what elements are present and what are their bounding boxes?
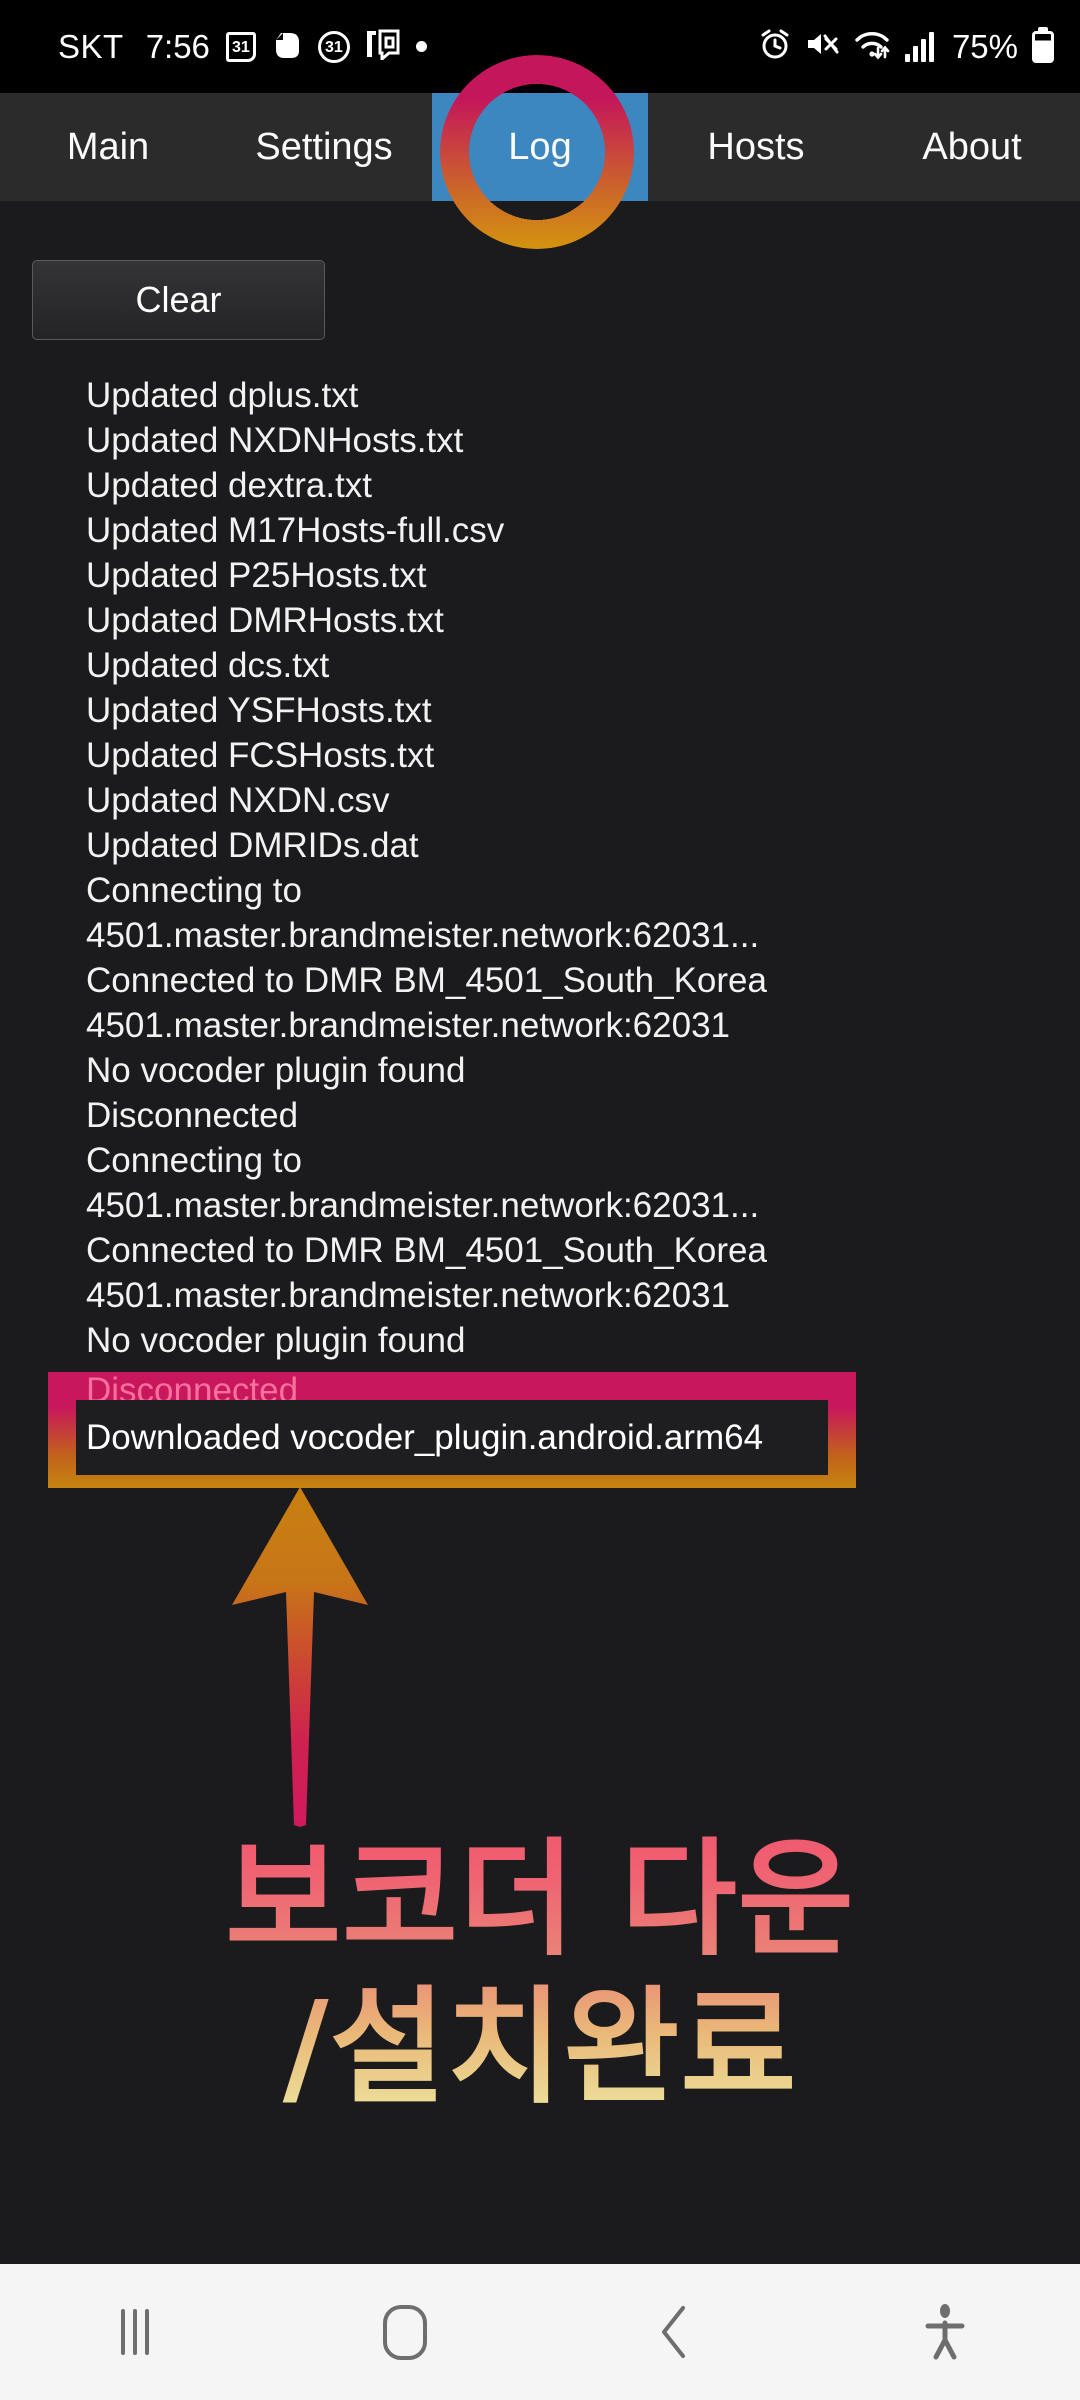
log-output[interactable]: Updated dplus.txt Updated NXDNHosts.txt … bbox=[86, 373, 1006, 1363]
log-line: Updated dcs.txt bbox=[86, 646, 330, 685]
circled-31-icon: 31 bbox=[317, 30, 350, 63]
back-chevron-icon bbox=[662, 2306, 685, 2358]
log-line: Updated M17Hosts-full.csv bbox=[86, 511, 505, 550]
log-line: Updated dextra.txt bbox=[86, 466, 372, 505]
battery-percent-label: 75% bbox=[951, 27, 1018, 65]
log-line: 4501.master.brandmeister.network:62031 bbox=[86, 1006, 730, 1045]
wifi-icon bbox=[853, 28, 891, 66]
calendar-icon: 31 bbox=[225, 31, 256, 62]
log-line: Updated P25Hosts.txt bbox=[86, 556, 427, 595]
tab-about[interactable]: About bbox=[864, 93, 1080, 201]
log-line: Updated FCSHosts.txt bbox=[86, 736, 435, 775]
tab-main[interactable]: Main bbox=[0, 93, 216, 201]
annotation-callout-text: 보코더 다운 /설치완료 bbox=[0, 1826, 1080, 2122]
log-line: No vocoder plugin found bbox=[86, 1051, 466, 1090]
log-line: Updated NXDN.csv bbox=[86, 781, 390, 820]
annotation-circle-highlight bbox=[440, 55, 634, 249]
accessibility-icon bbox=[925, 2304, 965, 2360]
annotation-downloaded-label: Downloaded vocoder_plugin.android.arm64 bbox=[76, 1400, 828, 1475]
annotation-callout-line-2: /설치완료 bbox=[282, 1974, 798, 2121]
battery-icon bbox=[1032, 30, 1054, 63]
clock-label: 7:56 bbox=[145, 27, 210, 65]
log-line: No vocoder plugin found bbox=[86, 1321, 466, 1360]
wifi-glyph bbox=[855, 31, 890, 59]
onem-bank-glyph bbox=[366, 29, 400, 63]
log-line: Connected to DMR BM_4501_South_Korea bbox=[86, 961, 767, 1000]
annotation-arrow bbox=[232, 1487, 368, 1827]
mute-icon bbox=[805, 28, 839, 66]
mute-glyph bbox=[807, 33, 839, 54]
back-button[interactable] bbox=[540, 2302, 810, 2362]
android-navigation-bar[interactable] bbox=[0, 2264, 1080, 2400]
carrier-label: SKT bbox=[58, 27, 124, 65]
log-line: 4501.master.brandmeister.network:62031 bbox=[86, 1276, 730, 1315]
onem-bank-icon bbox=[366, 28, 400, 65]
status-bar-left: SKT 7:56 31 31 bbox=[58, 28, 759, 66]
recents-button[interactable] bbox=[0, 2309, 270, 2355]
phone-screen: SKT 7:56 31 31 75% Main Settings Hosts A… bbox=[0, 0, 1080, 2400]
status-bar-right: 75% bbox=[759, 28, 1054, 66]
recents-icon bbox=[121, 2309, 149, 2355]
tab-hosts[interactable]: Hosts bbox=[648, 93, 864, 201]
dot-indicator-icon bbox=[415, 41, 427, 52]
home-icon bbox=[383, 2304, 427, 2360]
annotation-highlight-box: Disconnected Downloaded vocoder_plugin.a… bbox=[48, 1371, 856, 1488]
alarm-glyph bbox=[761, 29, 789, 58]
log-line: Updated DMRIDs.dat bbox=[86, 826, 419, 865]
log-line: Connecting to 4501.master.brandmeister.n… bbox=[86, 1141, 760, 1225]
clear-button[interactable]: Clear bbox=[32, 260, 325, 340]
evernote-glyph bbox=[275, 32, 299, 58]
accessibility-button[interactable] bbox=[810, 2302, 1080, 2362]
log-line: Updated YSFHosts.txt bbox=[86, 691, 432, 730]
log-line: Updated DMRHosts.txt bbox=[86, 601, 444, 640]
log-line: Disconnected bbox=[86, 1096, 299, 1135]
tab-settings[interactable]: Settings bbox=[216, 93, 432, 201]
log-line: Connected to DMR BM_4501_South_Korea bbox=[86, 1231, 767, 1270]
annotation-callout-line-1: 보코더 다운 bbox=[225, 1826, 855, 1973]
home-button[interactable] bbox=[270, 2304, 540, 2360]
log-line: Connecting to 4501.master.brandmeister.n… bbox=[86, 871, 760, 955]
signal-icon bbox=[904, 31, 934, 62]
log-line: Updated NXDNHosts.txt bbox=[86, 421, 464, 460]
log-line: Updated dplus.txt bbox=[86, 376, 359, 415]
evernote-icon bbox=[272, 28, 302, 66]
alarm-icon bbox=[759, 28, 791, 66]
